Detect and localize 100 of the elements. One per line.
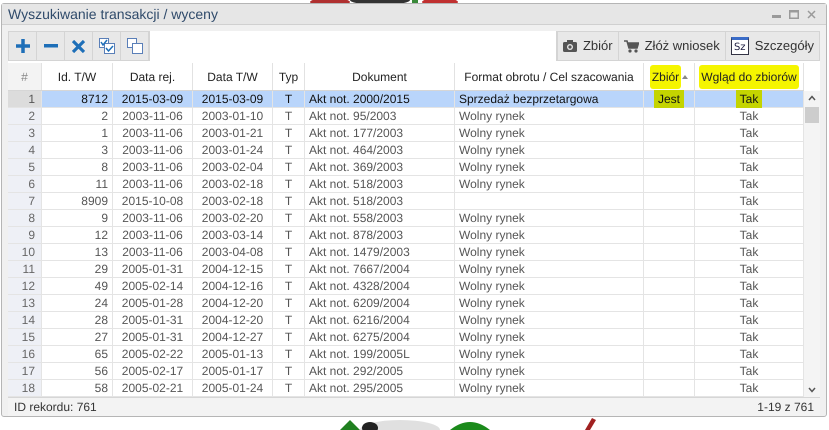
table-cell-text: T <box>284 176 292 193</box>
row-number: 1 <box>28 91 35 108</box>
table-cell-text: 2004-12-16 <box>202 278 264 295</box>
column-header[interactable]: Id. T/W <box>56 68 98 86</box>
table-row[interactable]: 16 65 2005-02-22 2005-01-13 T Akt not. 199/2005L Wolny rynek Tak <box>8 346 804 363</box>
table-cell-text: 56 <box>94 363 108 380</box>
record-range-label: 1-19 z 761 <box>757 399 814 416</box>
table-cell-text: Tak <box>740 210 758 227</box>
scroll-down-icon[interactable] <box>808 387 816 393</box>
table-row[interactable]: 9 12 2003-11-06 2003-03-14 T Akt not. 878/2003 Wolny rynek Tak <box>8 227 804 244</box>
table-cell-text: T <box>284 278 292 295</box>
table-row[interactable]: 13 24 2005-01-28 2004-12-20 T Akt not. 6209/2004 Wolny rynek Tak <box>8 295 804 312</box>
scroll-up-icon[interactable] <box>808 95 816 101</box>
table-cell-text: Akt not. 6209/2004 <box>309 295 410 312</box>
table-cell-text: T <box>284 108 292 125</box>
table-cell-text: Wolny rynek <box>459 329 525 346</box>
table-cell-text: Tak <box>740 295 758 312</box>
table-cell-text: 2005-02-21 <box>122 380 184 397</box>
table-cell-text: 2005-01-31 <box>122 312 184 329</box>
column-header[interactable]: Dokument <box>350 68 409 86</box>
close-icon[interactable] <box>807 10 816 18</box>
table-cell-text: Wolny rynek <box>459 261 525 278</box>
table-cell-text: T <box>284 261 292 278</box>
maximize-icon[interactable] <box>789 10 799 18</box>
table-cell-text: 2 <box>101 108 108 125</box>
table-row[interactable]: 3 1 2003-11-06 2003-01-21 T Akt not. 177/2003 Wolny rynek Tak <box>8 125 804 142</box>
table-row[interactable]: 15 27 2005-01-31 2004-12-27 T Akt not. 6275/2004 Wolny rynek Tak <box>8 329 804 346</box>
table-cell-text: 2005-01-31 <box>122 261 184 278</box>
table-row[interactable]: 6 11 2003-11-06 2003-02-18 T Akt not. 518/2003 Wolny rynek Tak <box>8 176 804 193</box>
table-row[interactable]: 7 8909 2015-10-08 2003-02-18 T Akt not. 518/2003 Tak <box>8 193 804 210</box>
table-row[interactable]: 14 28 2005-01-31 2004-12-20 T Akt not. 6216/2004 Wolny rynek Tak <box>8 312 804 329</box>
column-header[interactable]: Data rej. <box>128 68 178 86</box>
row-number: 18 <box>22 380 35 397</box>
table-cell-text: 2003-11-06 <box>122 227 183 244</box>
table-cell-text: 2005-01-28 <box>122 295 184 312</box>
table-cell-text: Wolny rynek <box>459 244 525 261</box>
table-cell-text: 2005-02-17 <box>122 363 184 380</box>
table-row[interactable]: 11 29 2005-01-31 2004-12-15 T Akt not. 7667/2004 Wolny rynek Tak <box>8 261 804 278</box>
table-cell-text: 3 <box>101 142 108 159</box>
table-cell-text: T <box>284 363 292 380</box>
table-row[interactable]: 8 9 2003-11-06 2003-02-20 T Akt not. 558/2003 Wolny rynek Tak <box>8 210 804 227</box>
table-cell-text: Akt not. 295/2005 <box>309 380 404 397</box>
submit-request-button[interactable]: Złóż wniosek <box>618 32 725 60</box>
table-cell-text: Tak <box>740 227 758 244</box>
table-cell-text: Wolny rynek <box>459 159 525 176</box>
table-cell-text: Akt not. 1479/2003 <box>309 244 410 261</box>
table-cell-text: T <box>284 227 292 244</box>
scrollbar[interactable] <box>804 91 820 397</box>
table-cell-text: Wolny rynek <box>459 295 525 312</box>
add-icon <box>16 39 30 53</box>
scrollbar-thumb[interactable] <box>805 107 819 123</box>
table-row[interactable]: 1 8712 2015-03-09 2015-03-09 T Akt not. 2000/2015 Sprzedaż bezprzetargowa Jest Tak <box>8 91 804 108</box>
window-title: Wyszukiwanie transakcji / wyceny <box>8 4 219 24</box>
details-button[interactable]: Sz Szczegóły <box>724 32 819 60</box>
row-number: 3 <box>28 125 35 142</box>
row-number: 13 <box>22 295 35 312</box>
table-cell-text: 2003-01-24 <box>202 142 264 159</box>
column-header[interactable]: Typ <box>276 68 300 86</box>
table-cell-text: 2005-01-24 <box>202 380 264 397</box>
table-cell-text: Tak <box>740 176 758 193</box>
table-cell-text: Tak <box>740 193 758 210</box>
table-row[interactable]: 2 2 2003-11-06 2003-01-10 T Akt not. 95/2003 Wolny rynek Tak <box>8 108 804 125</box>
table-row[interactable]: 18 58 2005-02-21 2005-01-24 T Akt not. 295/2005 Wolny rynek Tak <box>8 380 804 397</box>
column-header[interactable]: Zbiór <box>650 64 682 88</box>
table-row[interactable]: 4 3 2003-11-06 2003-01-24 T Akt not. 464/2003 Wolny rynek Tak <box>8 142 804 159</box>
table-cell-text: 2003-11-06 <box>122 210 183 227</box>
table-cell-text: Akt not. 95/2003 <box>309 108 396 125</box>
row-number: 12 <box>22 278 35 295</box>
zbior-button[interactable]: Zbiór <box>556 32 618 60</box>
cart-icon <box>624 40 639 52</box>
table-cell-text: Wolny rynek <box>459 125 525 142</box>
column-header[interactable]: Wgląd do zbiorów <box>699 64 799 88</box>
table-cell-text: 2003-11-06 <box>122 176 183 193</box>
table-cell-text: 2003-04-08 <box>202 244 264 261</box>
table-cell-text: Wolny rynek <box>459 176 525 193</box>
table-cell-text: T <box>284 380 292 397</box>
table-cell-text: 2003-11-06 <box>122 108 183 125</box>
table-cell-text: Akt not. 7667/2004 <box>309 261 410 278</box>
table-row[interactable]: 17 56 2005-02-17 2005-01-17 T Akt not. 292/2005 Wolny rynek Tak <box>8 363 804 380</box>
table-cell-text: Sprzedaż bezprzetargowa <box>459 91 598 108</box>
checkbox-pair-icon <box>98 38 114 54</box>
table-cell-text: 24 <box>94 295 108 312</box>
table-cell-text: Tak <box>740 108 758 125</box>
table-cell: Jest <box>654 90 684 108</box>
table-cell-text: 2005-01-13 <box>202 346 264 363</box>
column-header[interactable]: Format obrotu / Cel szacowania <box>462 68 636 86</box>
delete-icon <box>72 40 85 52</box>
table-cell-text: T <box>284 346 292 363</box>
overlapping-squares-icon <box>126 38 142 54</box>
table-cell-text: Wolny rynek <box>459 346 525 363</box>
table-row[interactable]: 10 13 2003-11-06 2003-04-08 T Akt not. 1479/2003 Wolny rynek Tak <box>8 244 804 261</box>
table-cell-text: Tak <box>740 329 758 346</box>
table-cell-text: Akt not. 2000/2015 <box>309 91 410 108</box>
table-cell-text: Akt not. 518/2003 <box>309 176 404 193</box>
table-row[interactable]: 5 8 2003-11-06 2003-02-04 T Akt not. 369/2003 Wolny rynek Tak <box>8 159 804 176</box>
table-cell-text: Akt not. 464/2003 <box>309 142 404 159</box>
table-cell-text: 2003-02-18 <box>202 193 264 210</box>
table-cell-text: Wolny rynek <box>459 278 525 295</box>
table-row[interactable]: 12 49 2005-02-14 2004-12-16 T Akt not. 4328/2004 Wolny rynek Tak <box>8 278 804 295</box>
column-header[interactable]: Data T/W <box>205 68 260 86</box>
